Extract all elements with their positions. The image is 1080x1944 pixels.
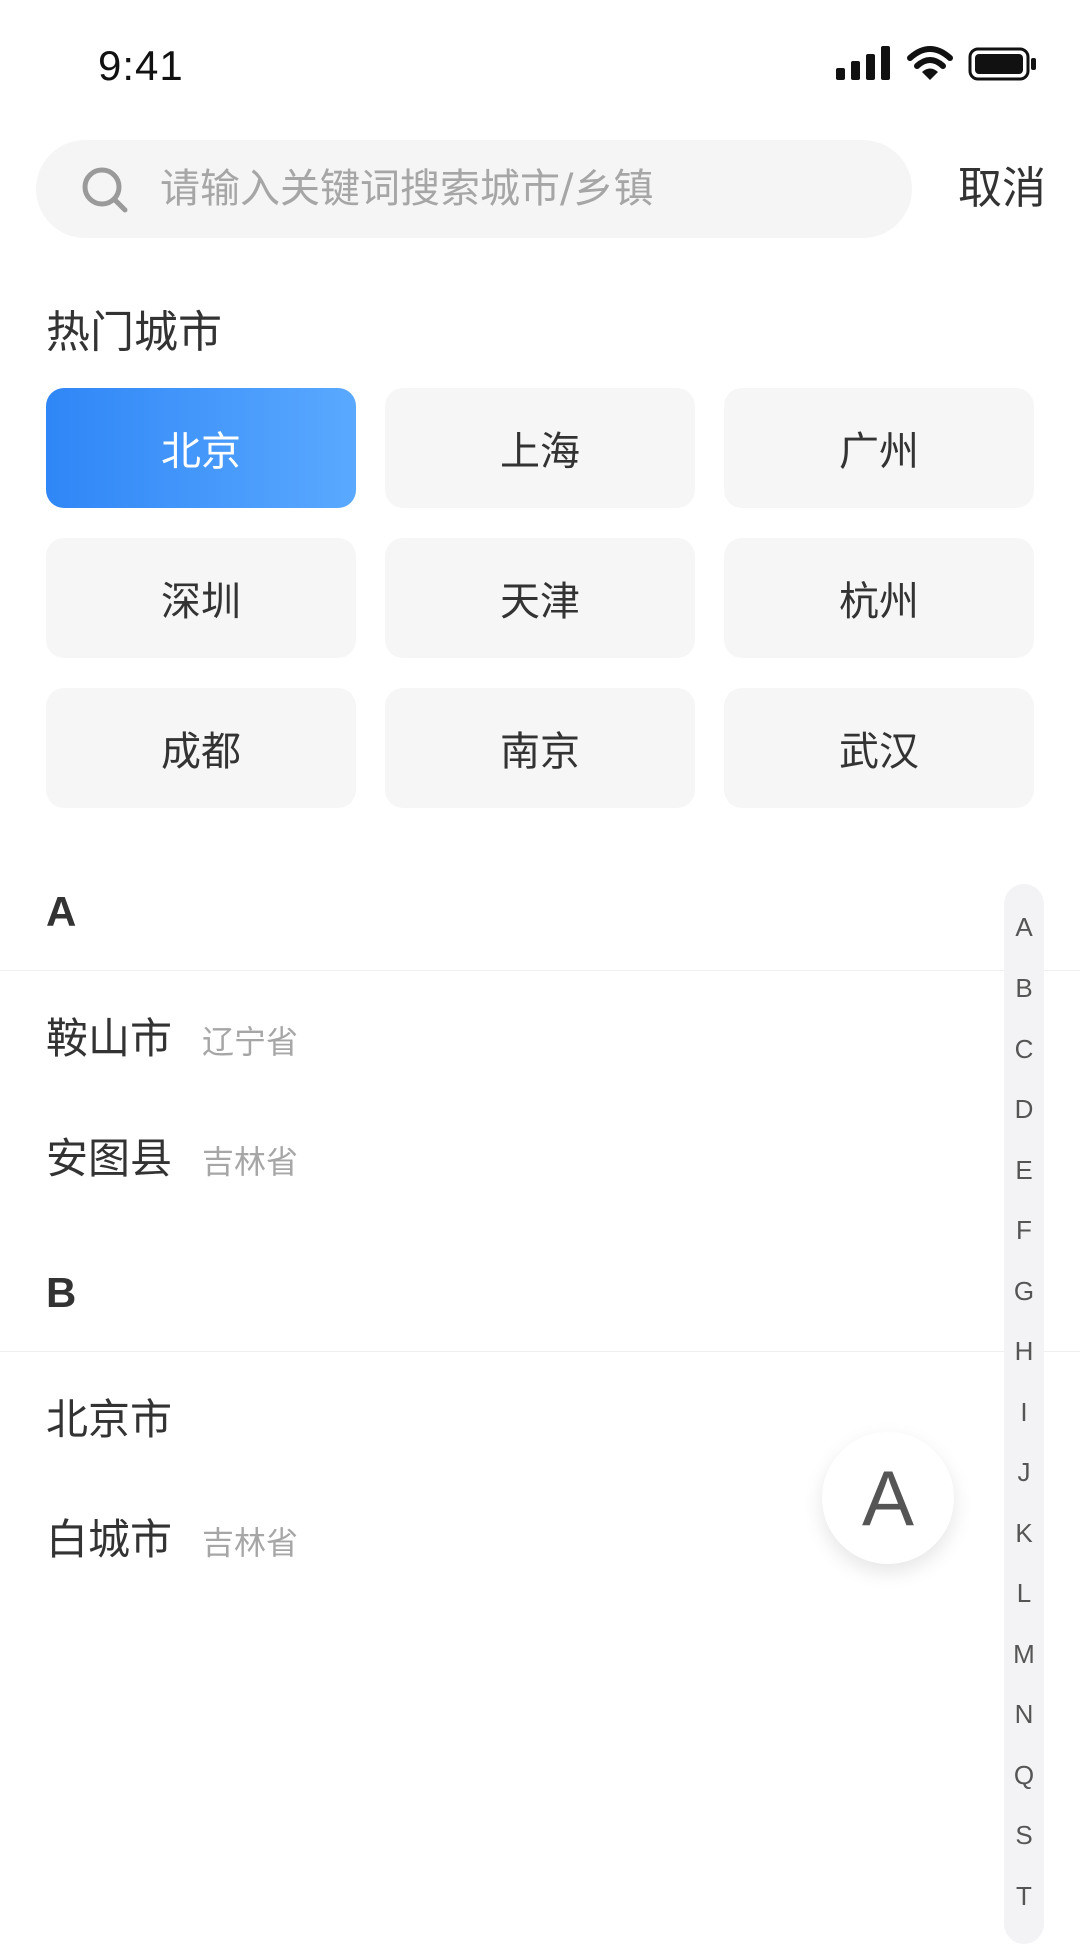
alpha-index-a[interactable]: A [1004,912,1044,943]
alphabet-index[interactable]: A B C D E F G H I J K L M N Q S T [1004,884,1044,1944]
alpha-index-q[interactable]: Q [1004,1760,1044,1791]
alpha-index-s[interactable]: S [1004,1820,1044,1851]
city-row[interactable]: 鞍山市 辽宁省 [0,971,1080,1091]
status-icons [836,46,1038,82]
search-row: 取消 [36,140,1046,240]
alpha-index-g[interactable]: G [1004,1276,1044,1307]
alpha-index-k[interactable]: K [1004,1518,1044,1549]
hot-city-nanjing[interactable]: 南京 [385,688,695,808]
cellular-signal-icon [836,46,890,80]
alpha-index-t[interactable]: T [1004,1881,1044,1912]
section-header-a: A [0,860,1080,971]
city-row[interactable]: 安图县 吉林省 [0,1091,1080,1211]
alpha-index-j[interactable]: J [1004,1457,1044,1488]
city-name: 鞍山市 [46,1014,173,1063]
hot-city-tianjin[interactable]: 天津 [385,538,695,658]
search-input[interactable] [160,140,880,238]
alpha-index-b[interactable]: B [1004,973,1044,1004]
city-province: 吉林省 [202,1524,299,1562]
hot-city-wuhan[interactable]: 武汉 [724,688,1034,808]
search-box[interactable] [36,140,912,238]
alpha-index-m[interactable]: M [1004,1639,1044,1670]
battery-icon [968,47,1036,81]
city-name: 白城市 [46,1515,173,1564]
status-bar: 9:41 [0,0,1080,130]
search-icon [82,167,128,213]
status-time: 9:41 [98,42,184,89]
section-letter: A [46,888,77,935]
hot-city-beijing[interactable]: 北京 [46,388,356,508]
hot-cities-grid: 北京 上海 广州 深圳 天津 杭州 成都 南京 武汉 [46,388,1034,808]
city-province: 吉林省 [202,1143,299,1181]
alpha-index-n[interactable]: N [1004,1699,1044,1730]
hot-city-shenzhen[interactable]: 深圳 [46,538,356,658]
current-letter-bubble: A [822,1432,954,1564]
city-province: 辽宁省 [202,1023,299,1061]
hot-city-guangzhou[interactable]: 广州 [724,388,1034,508]
section-header-b: B [0,1241,1080,1352]
hot-city-shanghai[interactable]: 上海 [385,388,695,508]
alpha-index-f[interactable]: F [1004,1215,1044,1246]
hot-city-chengdu[interactable]: 成都 [46,688,356,808]
hot-cities-title: 热门城市 [46,307,222,358]
wifi-icon [907,46,953,80]
section-letter: B [46,1269,77,1316]
alpha-index-h[interactable]: H [1004,1336,1044,1367]
cancel-button[interactable]: 取消 [958,140,1046,238]
alpha-index-e[interactable]: E [1004,1155,1044,1186]
hot-city-hangzhou[interactable]: 杭州 [724,538,1034,658]
alpha-index-c[interactable]: C [1004,1034,1044,1065]
alpha-index-l[interactable]: L [1004,1578,1044,1609]
city-name: 安图县 [46,1134,173,1183]
alpha-index-i[interactable]: I [1004,1397,1044,1428]
city-name: 北京市 [46,1395,173,1444]
alpha-index-d[interactable]: D [1004,1094,1044,1125]
